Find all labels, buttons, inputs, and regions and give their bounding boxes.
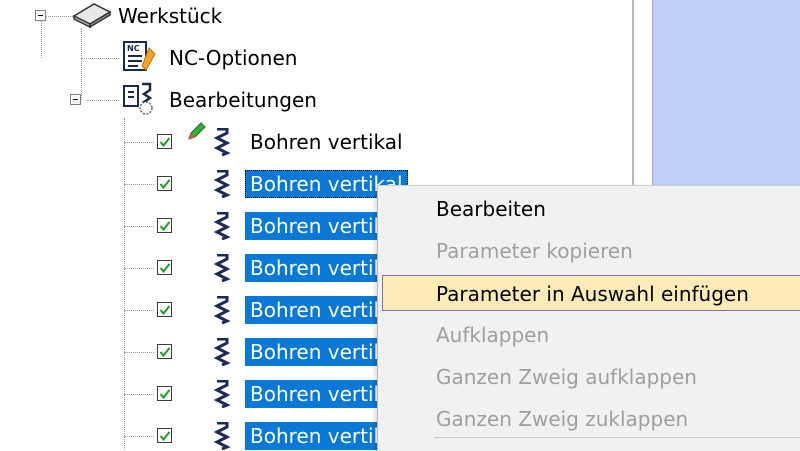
tree-item-nc-options[interactable]: NC-Optionen	[165, 44, 301, 72]
drill-icon	[212, 253, 232, 286]
collapse-workpiece-toggle[interactable]	[35, 10, 46, 21]
drill-icon	[212, 295, 232, 328]
drill-icon	[212, 421, 232, 450]
nc-options-icon: NC	[122, 40, 158, 78]
operation-checkbox[interactable]	[157, 344, 172, 359]
menu-item-label: Ganzen Zweig aufklappen	[436, 365, 697, 389]
drill-icon	[212, 211, 232, 244]
drill-icon	[212, 379, 232, 412]
menu-item-parameter-einfuegen[interactable]: Parameter in Auswahl einfügen	[382, 275, 800, 311]
operation-checkbox[interactable]	[157, 386, 172, 401]
tree-connector	[124, 394, 154, 395]
tree-connector	[124, 142, 154, 143]
drill-icon	[212, 337, 232, 370]
tree-connector	[124, 226, 154, 227]
operations-icon	[122, 82, 160, 120]
operation-checkbox[interactable]	[157, 134, 172, 149]
menu-item-label: Ganzen Zweig zuklappen	[436, 407, 689, 431]
pencil-icon	[186, 122, 206, 146]
menu-item-bearbeiten[interactable]: Bearbeiten	[382, 191, 800, 227]
menu-item-zweig-aufklappen[interactable]: Ganzen Zweig aufklappen	[382, 359, 800, 395]
menu-item-label: Parameter in Auswahl einfügen	[436, 282, 749, 306]
context-menu: Bearbeiten Parameter kopieren Parameter …	[377, 185, 800, 451]
menu-item-label: Bearbeiten	[436, 197, 546, 221]
menu-item-label: Parameter kopieren	[436, 239, 633, 263]
menu-item-zweig-zuklappen[interactable]: Ganzen Zweig zuklappen	[382, 401, 800, 437]
menu-item-aufklappen[interactable]: Aufklappen	[382, 317, 800, 353]
tree-item-workpiece[interactable]: Werkstück	[114, 2, 226, 30]
tree-connector	[124, 436, 154, 437]
tree-connector	[124, 118, 125, 450]
tree-connector	[81, 58, 119, 59]
menu-separator	[434, 437, 800, 438]
operation-checkbox[interactable]	[157, 428, 172, 443]
tree-connector	[124, 268, 154, 269]
tree-connector	[124, 352, 154, 353]
operation-checkbox[interactable]	[157, 176, 172, 191]
collapse-operations-toggle[interactable]	[70, 94, 81, 105]
operation-checkbox[interactable]	[157, 302, 172, 317]
drill-icon	[212, 169, 232, 202]
operation-checkbox[interactable]	[157, 218, 172, 233]
tree-connector	[124, 310, 154, 311]
tree-item-operations[interactable]: Bearbeitungen	[165, 86, 321, 114]
menu-item-label: Aufklappen	[436, 323, 550, 347]
operation-item[interactable]: Bohren vertikal	[246, 128, 407, 156]
menu-item-parameter-kopieren[interactable]: Parameter kopieren	[382, 233, 800, 269]
workpiece-icon	[72, 2, 112, 32]
tree-connector	[124, 184, 154, 185]
tree-connector	[81, 28, 82, 100]
tree-connector	[41, 16, 42, 58]
tree-connector	[87, 100, 119, 101]
drill-icon	[212, 127, 232, 160]
operation-checkbox[interactable]	[157, 260, 172, 275]
svg-text:NC: NC	[127, 44, 140, 53]
